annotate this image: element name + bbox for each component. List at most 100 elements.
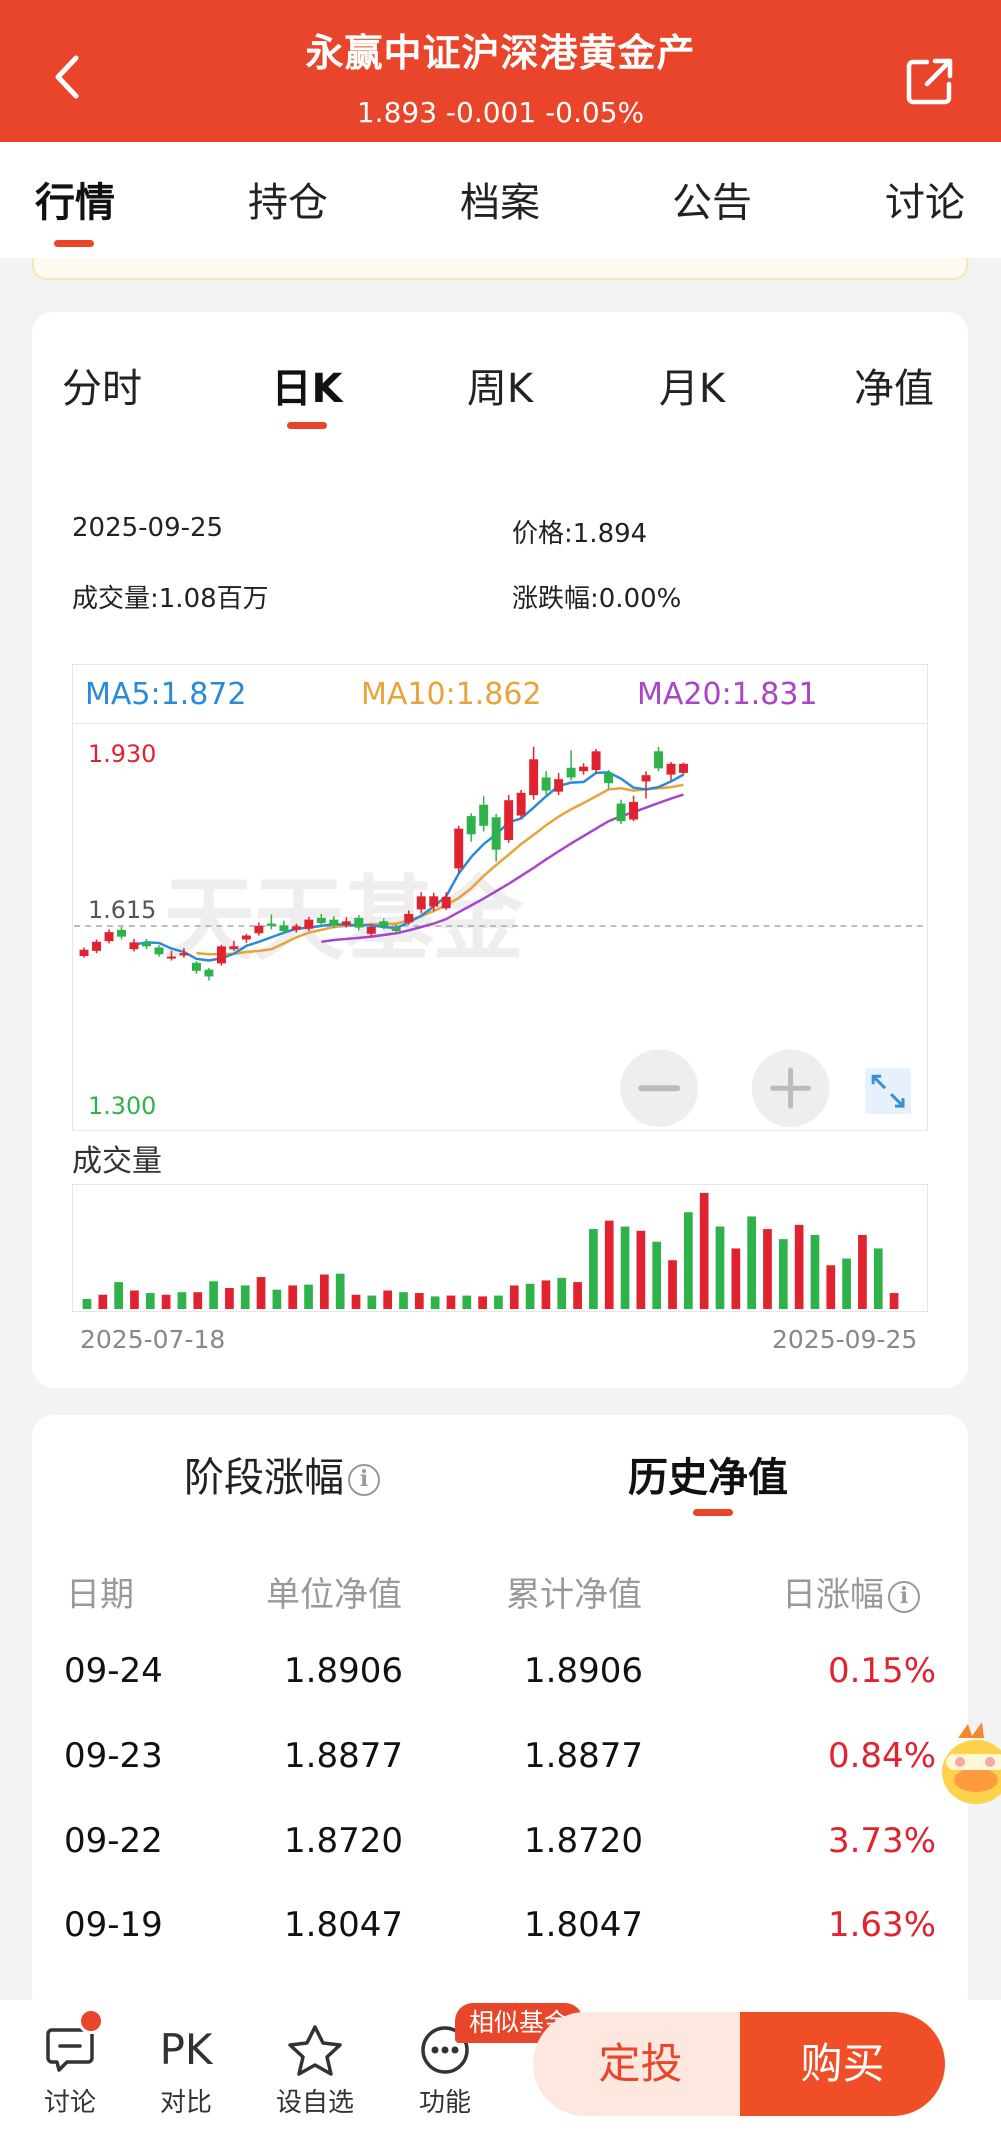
volume-bar — [399, 1292, 408, 1310]
volume-bar — [161, 1294, 171, 1310]
volume-bar — [145, 1293, 155, 1310]
volume-bar — [763, 1229, 772, 1310]
compare-button[interactable]: PK 对比 — [141, 2022, 231, 2119]
volume-bar — [778, 1239, 788, 1310]
candle-body — [341, 921, 351, 925]
row-acc-nav: 1.8906 — [524, 1651, 643, 1691]
y-tick-top: 1.930 — [88, 740, 156, 768]
volume-bar — [684, 1212, 693, 1310]
row-acc-nav: 1.8720 — [524, 1821, 643, 1861]
tab-discussion[interactable]: 讨论 — [850, 170, 1000, 228]
volume-bar — [130, 1290, 139, 1310]
volume-bar — [858, 1234, 867, 1310]
row-unit-nav: 1.8906 — [284, 1651, 403, 1691]
volume-bar — [747, 1216, 757, 1310]
fullscreen-icon[interactable] — [865, 1068, 911, 1115]
volume-bar — [82, 1298, 92, 1310]
add-watchlist-button[interactable]: 设自选 — [270, 2022, 360, 2119]
volume-bar — [177, 1292, 187, 1310]
auto-invest-button[interactable]: 定投 — [533, 2012, 748, 2116]
row-unit-nav: 1.8720 — [284, 1821, 403, 1861]
row-acc-nav: 1.8047 — [524, 1905, 643, 1945]
info-icon[interactable]: i — [888, 1580, 920, 1613]
chart-tab-monthly-k[interactable]: 月K — [622, 356, 762, 414]
volume-bar — [620, 1226, 630, 1310]
candle-body — [441, 896, 451, 909]
candle-body — [491, 817, 501, 850]
tab-market[interactable]: 行情 — [0, 170, 150, 228]
volume-bar — [446, 1295, 456, 1310]
volume-bar — [225, 1287, 234, 1310]
candle-body — [154, 947, 164, 955]
candle-body — [579, 766, 589, 772]
discuss-button[interactable]: 讨论 — [25, 2022, 115, 2119]
tab-history-nav[interactable]: 历史净值 — [628, 1445, 788, 1503]
tab-holdings[interactable]: 持仓 — [213, 170, 363, 228]
candle-body — [666, 763, 676, 775]
candle-body — [142, 942, 151, 947]
candle-body — [591, 751, 601, 771]
volume-bar — [652, 1241, 662, 1310]
info-date: 2025-09-25 — [72, 513, 224, 543]
candle-body — [79, 949, 89, 956]
volume-title: 成交量 — [72, 1144, 162, 1179]
fund-title: 永赢中证沪深港黄金产 — [305, 31, 696, 75]
buy-button[interactable]: 购买 — [740, 2012, 945, 2116]
functions-label: 功能 — [418, 2088, 471, 2118]
volume-bar — [193, 1292, 203, 1310]
mascot-icon[interactable] — [938, 1720, 1001, 1810]
chart-tab-daily-k[interactable]: 日K — [237, 356, 377, 414]
candle-body — [654, 751, 663, 769]
ma5-label: MA5:1.872 — [85, 677, 247, 712]
chat-bubble-icon — [46, 2028, 94, 2072]
row-date: 09-23 — [64, 1736, 163, 1776]
row-change: 0.84% — [827, 1736, 936, 1776]
candle-body — [104, 932, 114, 942]
zoom-in-button[interactable] — [751, 1049, 830, 1128]
info-icon[interactable]: i — [348, 1464, 380, 1496]
volume-bar — [589, 1229, 598, 1310]
tab-stage-return[interactable]: 阶段涨幅 i — [184, 1445, 380, 1503]
zoom-out-button[interactable] — [620, 1049, 699, 1128]
candlestick-chart[interactable]: 天天基金 1.930 1.615 1.300 — [72, 723, 928, 1131]
tab-profile[interactable]: 档案 — [425, 170, 575, 228]
row-change: 1.63% — [827, 1905, 936, 1945]
candle-body — [204, 969, 214, 977]
candle-body — [166, 956, 176, 959]
share-icon[interactable] — [905, 56, 955, 106]
chart-tab-nav[interactable]: 净值 — [824, 356, 964, 414]
top-header: 永赢中证沪深港黄金产 1.893 -0.001 -0.05% — [0, 0, 1001, 142]
volume-bar — [873, 1248, 883, 1310]
x-start-date: 2025-07-18 — [80, 1325, 226, 1354]
candle-body — [354, 917, 364, 928]
col-acc-nav-header: 累计净值 — [506, 1575, 642, 1615]
candle-body — [316, 917, 326, 924]
volume-bar — [335, 1273, 345, 1310]
candle-body — [216, 946, 226, 964]
volume-bar — [731, 1248, 741, 1310]
history-card: 阶段涨幅 i 历史净值 日期 单位净值 累计净值 日涨幅 i 09-24 1.890… — [32, 1415, 968, 2015]
candle-body — [416, 896, 426, 910]
volume-bar — [557, 1277, 567, 1310]
chart-tab-weekly-k[interactable]: 周K — [430, 356, 570, 414]
candle-body — [504, 800, 514, 840]
volume-chart[interactable] — [72, 1184, 928, 1312]
tab-announcements[interactable]: 公告 — [637, 170, 787, 228]
candle-body — [266, 923, 276, 926]
volume-bar — [668, 1260, 677, 1310]
candle-body — [329, 919, 339, 925]
volume-bar — [288, 1285, 298, 1310]
volume-bar — [715, 1226, 725, 1310]
row-date: 09-19 — [64, 1905, 163, 1945]
candle-body — [429, 896, 439, 907]
candle-body — [254, 925, 264, 934]
ma10-label: MA10:1.862 — [361, 677, 542, 712]
col-date-header: 日期 — [66, 1575, 134, 1615]
row-date: 09-22 — [64, 1821, 163, 1861]
ma-legend: MA5:1.872 MA10:1.862 MA20:1.831 — [72, 664, 928, 724]
candle-body — [129, 942, 139, 950]
active-tab-indicator — [54, 240, 94, 247]
chart-tab-intraday[interactable]: 分时 — [32, 356, 172, 414]
volume-bar — [509, 1285, 519, 1310]
candle-body — [454, 828, 464, 869]
